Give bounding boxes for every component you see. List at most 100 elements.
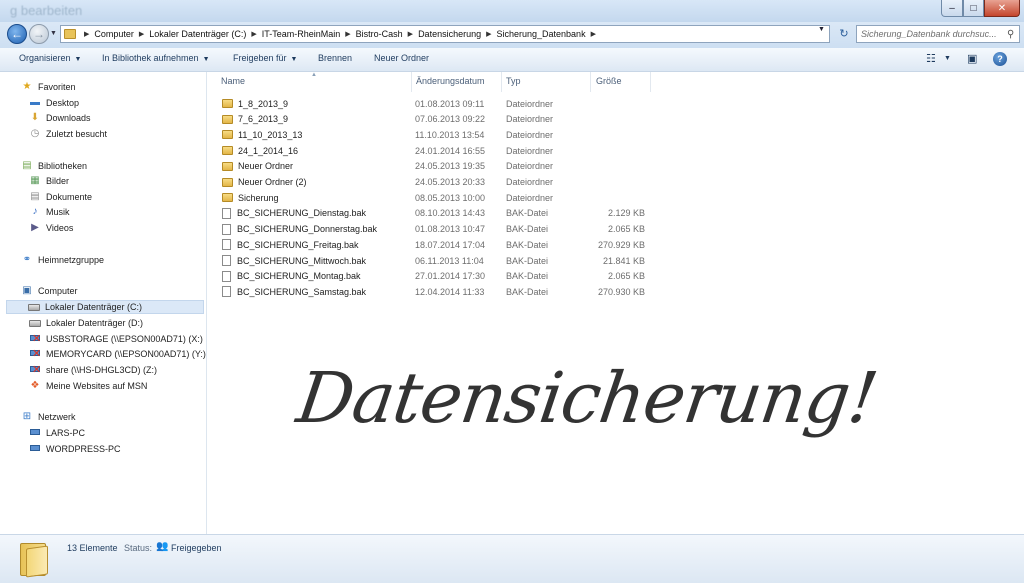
table-row[interactable]: BC_SICHERUNG_Dienstag.bak 08.10.2013 14:4… [207, 206, 1024, 221]
table-row[interactable]: Sicherung 08.05.2013 10:00 Dateiordner [207, 190, 1024, 205]
breadcrumb-computer[interactable]: Computer [94, 29, 134, 39]
file-date: 24.05.2013 20:33 [415, 177, 486, 187]
nav-item-memorycard[interactable]: MEMORYCARD (\\EPSON00AD71) (Y:) [29, 347, 206, 361]
nav-computer-label: Computer [38, 286, 78, 296]
chevron-right-icon[interactable]: ▶ [139, 30, 144, 38]
column-separator[interactable] [650, 72, 651, 92]
breadcrumb-drive-c[interactable]: Lokaler Datenträger (C:) [149, 29, 246, 39]
table-row[interactable]: BC_SICHERUNG_Mittwoch.bak 06.11.2013 11:0… [207, 253, 1024, 268]
search-input[interactable] [861, 29, 1007, 39]
nav-network[interactable]: ⊞ Netzwerk [21, 410, 76, 424]
file-name-cell[interactable]: 24_1_2014_16 [222, 143, 298, 158]
nav-item-drive-d[interactable]: Lokaler Datenträger (D:) [29, 316, 143, 330]
table-row[interactable]: BC_SICHERUNG_Montag.bak 27.01.2014 17:30 B… [207, 269, 1024, 284]
preview-pane-icon[interactable]: ▣ [967, 52, 977, 65]
breadcrumb-datensicherung[interactable]: Datensicherung [418, 29, 481, 39]
chevron-right-icon[interactable]: ▶ [251, 30, 256, 38]
column-header-name[interactable]: Name [221, 76, 245, 86]
nav-item-msn-websites[interactable]: ❖ Meine Websites auf MSN [29, 379, 148, 393]
share-with-button[interactable]: Freigeben für ▼ [233, 53, 297, 63]
column-separator[interactable] [411, 72, 412, 92]
table-row[interactable]: 7_6_2013_9 07.06.2013 09:22 Dateiordner [207, 112, 1024, 127]
file-name-cell[interactable]: 1_8_2013_9 [222, 96, 288, 111]
file-name-cell[interactable]: Sicherung [222, 190, 279, 205]
refresh-button[interactable]: ↻ [836, 25, 852, 43]
view-options-icon[interactable]: ☷ [926, 52, 936, 65]
organize-button[interactable]: Organisieren ▼ [19, 53, 81, 63]
nav-item-videos[interactable]: ▶ Videos [29, 221, 73, 235]
file-size [595, 127, 645, 142]
column-separator[interactable] [590, 72, 591, 92]
file-name-cell[interactable]: BC_SICHERUNG_Mittwoch.bak [222, 253, 366, 268]
network-icon: ⊞ [22, 411, 32, 422]
column-separator[interactable] [501, 72, 502, 92]
burn-button[interactable]: Brennen [318, 53, 352, 63]
nav-label: Lokaler Datenträger (C:) [45, 302, 143, 312]
view-dropdown[interactable]: ▼ [944, 55, 951, 62]
search-icon[interactable]: ⚲ [1007, 29, 1014, 40]
hard-drive-icon [28, 303, 40, 311]
table-row[interactable]: 11_10_2013_13 11.10.2013 13:54 Dateiordner [207, 127, 1024, 142]
forward-button[interactable]: → [29, 24, 49, 44]
address-bar[interactable]: ▶ Computer ▶ Lokaler Datenträger (C:) ▶ … [60, 25, 830, 43]
file-name-cell[interactable]: BC_SICHERUNG_Freitag.bak [222, 237, 359, 252]
file-name-cell[interactable]: Neuer Ordner (2) [222, 175, 307, 190]
nav-item-music[interactable]: ♪ Musik [29, 205, 70, 219]
table-row[interactable]: 24_1_2014_16 24.01.2014 16:55 Dateiordner [207, 143, 1024, 158]
column-header-type[interactable]: Typ [506, 76, 521, 86]
file-size: 270.930 KB [597, 286, 645, 297]
table-row[interactable]: Neuer Ordner (2) 24.05.2013 20:33 Dateiord… [207, 175, 1024, 190]
nav-item-usbstorage[interactable]: USBSTORAGE (\\EPSON00AD71) (X:) [29, 332, 203, 346]
library-icon: ▤ [22, 160, 32, 171]
back-button[interactable]: ← [7, 24, 27, 44]
sort-ascending-icon: ▲ [311, 72, 317, 78]
nav-favorites[interactable]: ★ Favoriten [21, 80, 76, 94]
table-row[interactable]: 1_8_2013_9 01.08.2013 09:11 Dateiordner [207, 96, 1024, 111]
nav-homegroup[interactable]: ⚭ Heimnetzgruppe [21, 253, 104, 267]
nav-item-documents[interactable]: ▤ Dokumente [29, 190, 92, 204]
table-row[interactable]: BC_SICHERUNG_Freitag.bak 18.07.2014 17:04… [207, 237, 1024, 252]
chevron-right-icon[interactable]: ▶ [408, 30, 413, 38]
new-folder-button[interactable]: Neuer Ordner [374, 53, 429, 63]
file-name-cell[interactable]: BC_SICHERUNG_Dienstag.bak [222, 206, 366, 221]
add-to-library-button[interactable]: In Bibliothek aufnehmen ▼ [102, 53, 210, 63]
chevron-right-icon[interactable]: ▶ [591, 30, 596, 38]
breadcrumb-bistro-cash[interactable]: Bistro-Cash [356, 29, 403, 39]
nav-item-drive-c[interactable]: Lokaler Datenträger (C:) [6, 300, 204, 314]
table-row[interactable]: BC_SICHERUNG_Samstag.bak 12.04.2014 11:33… [207, 284, 1024, 299]
search-box[interactable]: ⚲ [856, 25, 1020, 43]
breadcrumb-sicherung-datenbank[interactable]: Sicherung_Datenbank [497, 29, 586, 39]
file-name-cell[interactable]: BC_SICHERUNG_Donnerstag.bak [222, 222, 377, 237]
file-name-cell[interactable]: 7_6_2013_9 [222, 112, 288, 127]
close-button[interactable]: ✕ [984, 0, 1020, 17]
file-name-cell[interactable]: BC_SICHERUNG_Samstag.bak [222, 284, 366, 299]
file-name-cell[interactable]: BC_SICHERUNG_Montag.bak [222, 269, 361, 284]
file-size: 2.065 KB [607, 224, 645, 235]
nav-item-pictures[interactable]: ▦ Bilder [29, 174, 69, 188]
help-button[interactable]: ? [993, 52, 1007, 66]
column-header-size[interactable]: Größe [596, 76, 622, 86]
address-history-dropdown[interactable]: ▼ [818, 26, 825, 33]
maximize-button[interactable]: □ [963, 0, 984, 17]
file-name-cell[interactable]: Neuer Ordner [222, 159, 293, 174]
table-row[interactable]: Neuer Ordner 24.05.2013 19:35 Dateiordner [207, 159, 1024, 174]
nav-item-downloads[interactable]: ⬇ Downloads [29, 111, 91, 125]
nav-computer[interactable]: ▣ Computer [21, 284, 78, 298]
nav-item-desktop[interactable]: ▬ Desktop [29, 96, 79, 110]
nav-item-lars-pc[interactable]: LARS-PC [29, 426, 85, 440]
nav-item-wordpress-pc[interactable]: WORDPRESS-PC [29, 442, 121, 456]
table-row[interactable]: BC_SICHERUNG_Donnerstag.bak 01.08.2013 10… [207, 222, 1024, 237]
column-header-date[interactable]: Änderungsdatum [416, 76, 485, 86]
homegroup-icon: ⚭ [22, 254, 32, 265]
nav-label: Zuletzt besucht [46, 129, 108, 139]
nav-item-share[interactable]: share (\\HS-DHGL3CD) (Z:) [29, 363, 157, 377]
chevron-right-icon[interactable]: ▶ [486, 30, 491, 38]
breadcrumb-it-team[interactable]: IT-Team-RheinMain [262, 29, 341, 39]
minimize-button[interactable]: – [941, 0, 963, 17]
recent-pages-dropdown[interactable]: ▼ [50, 30, 57, 37]
nav-item-recent[interactable]: ◷ Zuletzt besucht [29, 127, 107, 141]
chevron-right-icon[interactable]: ▶ [345, 30, 350, 38]
nav-libraries[interactable]: ▤ Bibliotheken [21, 159, 87, 173]
file-name-cell[interactable]: 11_10_2013_13 [222, 127, 302, 142]
chevron-right-icon[interactable]: ▶ [84, 30, 89, 38]
